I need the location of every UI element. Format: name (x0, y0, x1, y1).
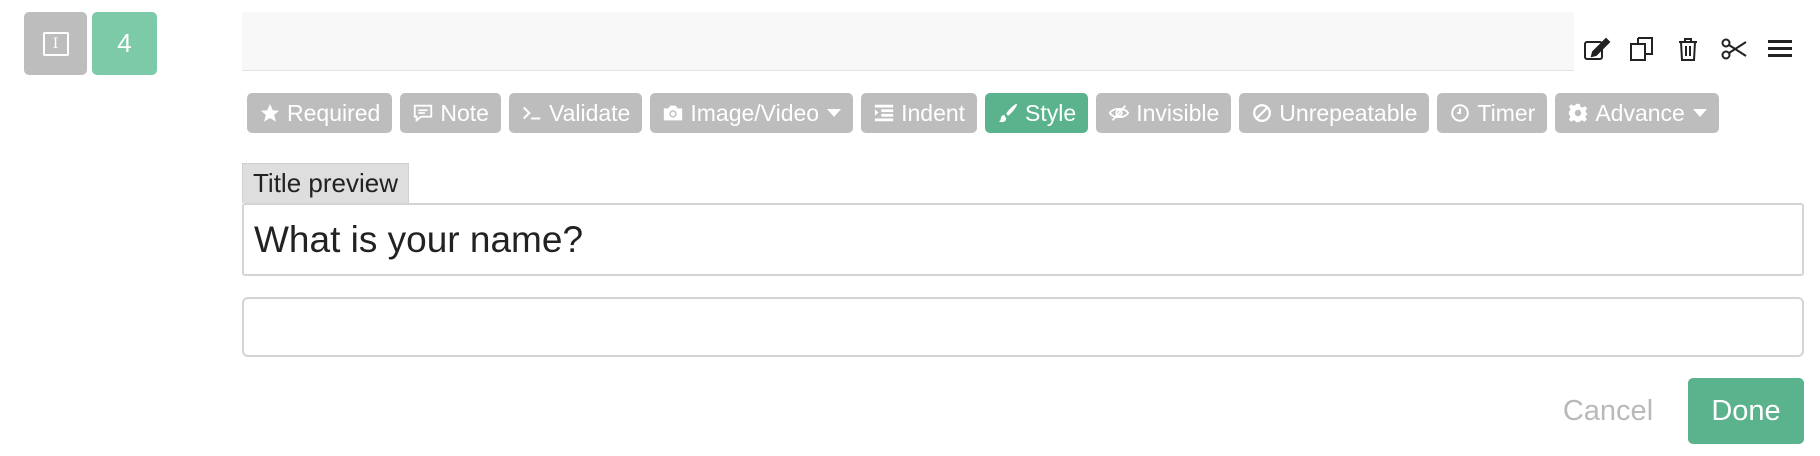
paint-brush-icon (998, 103, 1018, 123)
indent-button[interactable]: Indent (861, 93, 978, 133)
question-options-toolbar: Required Note Validate Image/Video Inden… (247, 93, 1719, 133)
star-icon (260, 103, 280, 122)
required-label: Required (287, 99, 381, 126)
cancel-button[interactable]: Cancel (1548, 379, 1668, 443)
timer-button[interactable]: Timer (1437, 93, 1548, 133)
camera-icon (664, 105, 683, 121)
header-tools (1578, 30, 1798, 68)
unrepeatable-label: Unrepeatable (1279, 99, 1418, 126)
image-video-dropdown[interactable]: Image/Video (650, 93, 854, 133)
style-button[interactable]: Style (985, 93, 1089, 133)
caret-down-icon (1692, 109, 1707, 117)
advance-label: Advance (1595, 99, 1685, 126)
comment-icon (414, 104, 433, 123)
done-button[interactable]: Done (1688, 378, 1804, 444)
invisible-button[interactable]: Invisible (1096, 93, 1232, 133)
unrepeatable-button[interactable]: Unrepeatable (1239, 93, 1430, 133)
note-label: Note (440, 99, 489, 126)
caret-down-icon (827, 109, 842, 117)
question-description-input[interactable] (242, 297, 1804, 357)
required-button[interactable]: Required (247, 93, 393, 133)
timer-label: Timer (1477, 99, 1536, 126)
note-button[interactable]: Note (400, 93, 501, 133)
title-preview-label[interactable]: Title preview (242, 163, 409, 203)
advance-dropdown[interactable]: Advance (1555, 93, 1719, 133)
question-header-bar (242, 12, 1574, 71)
indent-icon (874, 104, 894, 122)
clock-icon (1451, 104, 1470, 122)
trash-icon[interactable] (1670, 31, 1706, 67)
style-label: Style (1025, 99, 1077, 126)
scissors-icon[interactable] (1716, 31, 1752, 67)
image-video-label: Image/Video (690, 99, 820, 126)
gear-icon (1569, 103, 1588, 123)
indent-label: Indent (901, 99, 966, 126)
invisible-label: Invisible (1136, 99, 1220, 126)
validate-label: Validate (548, 99, 631, 126)
edit-icon[interactable] (1578, 31, 1614, 67)
ban-icon (1253, 104, 1272, 122)
terminal-icon (522, 106, 541, 120)
eye-slash-icon (1108, 105, 1130, 121)
validate-button[interactable]: Validate (508, 93, 643, 133)
text-cursor-icon: I (42, 31, 69, 56)
question-type-badge[interactable]: I (24, 12, 87, 75)
duplicate-icon[interactable] (1624, 31, 1660, 67)
menu-icon[interactable] (1762, 31, 1798, 67)
question-title-input[interactable] (242, 203, 1804, 276)
question-number-badge[interactable]: 4 (92, 12, 157, 75)
